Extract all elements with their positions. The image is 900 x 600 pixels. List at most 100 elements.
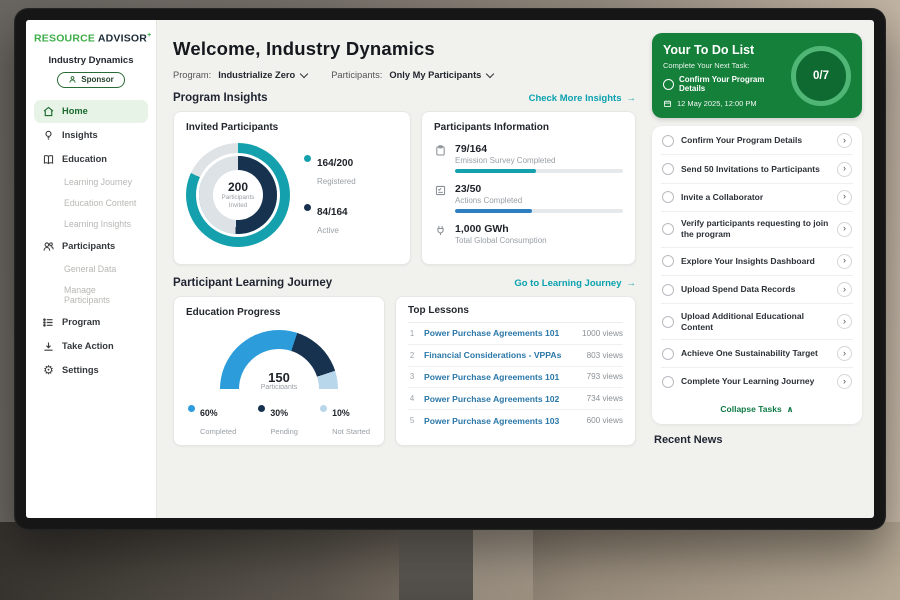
- info-value: 23/50: [455, 183, 623, 195]
- chevron-right-icon[interactable]: ›: [837, 346, 852, 361]
- chevron-down-icon: [300, 70, 308, 78]
- todo-subtitle: Complete Your Next Task:: [663, 61, 791, 70]
- checkbox-circle-icon[interactable]: [662, 255, 674, 267]
- sidebar-item-settings[interactable]: ⚙ Settings: [34, 359, 148, 381]
- checkbox-circle-icon[interactable]: [662, 223, 674, 235]
- link-label: Check More Insights: [529, 93, 622, 104]
- program-select[interactable]: Industrialize Zero: [218, 70, 307, 80]
- lesson-row: 1 Power Purchase Agreements 101 1000 vie…: [408, 323, 623, 345]
- checkbox-circle-icon[interactable]: [662, 348, 674, 360]
- info-row: 79/164 Emission Survey Completed: [434, 143, 623, 173]
- lesson-link[interactable]: Power Purchase Agreements 101: [424, 328, 574, 338]
- chevron-right-icon[interactable]: ›: [837, 222, 852, 237]
- info-label: Emission Survey Completed: [455, 156, 623, 165]
- legend-value: 60%: [200, 408, 218, 418]
- task-item[interactable]: Invite a Collaborator ›: [661, 184, 853, 212]
- sidebar-item-take-action[interactable]: Take Action: [34, 335, 148, 358]
- check-more-insights-link[interactable]: Check More Insights →: [529, 93, 636, 104]
- legend-dot: [304, 204, 311, 211]
- donut-legend: 164/200 Registered 84/164 Active: [304, 153, 356, 238]
- sidebar-item-label: General Data: [64, 264, 116, 274]
- sidebar-item-education[interactable]: Education: [34, 148, 148, 171]
- sidebar-item-insights[interactable]: Insights: [34, 124, 148, 147]
- legend-label: Completed: [200, 427, 236, 436]
- task-item[interactable]: Confirm Your Program Details ›: [661, 127, 853, 155]
- info-row: 23/50 Actions Completed: [434, 183, 623, 213]
- sponsor-badge[interactable]: Sponsor: [57, 72, 125, 88]
- card-title: Invited Participants: [186, 122, 398, 133]
- lesson-rank: 5: [408, 416, 416, 425]
- chevron-right-icon[interactable]: ›: [837, 374, 852, 389]
- donut-center-label: Participants Invited: [217, 194, 259, 209]
- lesson-rank: 4: [408, 394, 416, 403]
- education-progress-gauge-chart: 150 Participants: [220, 330, 338, 389]
- chevron-right-icon[interactable]: ›: [837, 282, 852, 297]
- lesson-views: 734 views: [587, 394, 623, 403]
- checkbox-circle-icon[interactable]: [663, 79, 674, 90]
- checkbox-circle-icon[interactable]: [662, 135, 674, 147]
- lesson-link[interactable]: Power Purchase Agreements 101: [424, 372, 579, 382]
- invited-participants-card: Invited Participants 200 Participants In…: [173, 111, 411, 265]
- lesson-link[interactable]: Power Purchase Agreements 103: [424, 416, 579, 426]
- legend-item: 84/164 Active: [304, 202, 356, 238]
- collapse-tasks-link[interactable]: Collapse Tasks ∧: [661, 396, 853, 423]
- chevron-right-icon[interactable]: ›: [837, 190, 852, 205]
- chevron-right-icon[interactable]: ›: [837, 162, 852, 177]
- task-item[interactable]: Send 50 Invitations to Participants ›: [661, 155, 853, 183]
- education-progress-card: Education Progress 150 Participants 60%: [173, 296, 385, 446]
- sidebar-item-participants[interactable]: Participants: [34, 235, 148, 258]
- task-item[interactable]: Complete Your Learning Journey ›: [661, 368, 853, 395]
- checkbox-circle-icon[interactable]: [662, 191, 674, 203]
- info-label: Actions Completed: [455, 196, 623, 205]
- learning-journey-heading: Participant Learning Journey: [173, 277, 332, 289]
- person-icon: [68, 75, 77, 84]
- due-date-row: 12 May 2025, 12:00 PM: [663, 99, 791, 108]
- sidebar-item-manage-participants[interactable]: Manage Participants: [34, 280, 148, 310]
- lesson-link[interactable]: Financial Considerations - VPPAs: [424, 350, 579, 360]
- progress-bar: [455, 209, 623, 213]
- participants-select[interactable]: Only My Participants: [389, 70, 493, 80]
- checkbox-circle-icon[interactable]: [662, 284, 674, 296]
- program-select-value: Industrialize Zero: [218, 70, 295, 80]
- checkbox-circle-icon[interactable]: [662, 163, 674, 175]
- sidebar-item-learning-insights[interactable]: Learning Insights: [34, 214, 148, 234]
- chevron-right-icon[interactable]: ›: [837, 314, 852, 329]
- task-label: Confirm Your Program Details: [681, 135, 830, 146]
- task-item[interactable]: Upload Spend Data Records ›: [661, 276, 853, 304]
- task-item[interactable]: Upload Additional Educational Content ›: [661, 304, 853, 339]
- sidebar-item-education-content[interactable]: Education Content: [34, 193, 148, 213]
- main-content: Welcome, Industry Dynamics Program: Indu…: [157, 20, 648, 518]
- task-item[interactable]: Verify participants requesting to join t…: [661, 212, 853, 247]
- sidebar-item-program[interactable]: Program: [34, 311, 148, 334]
- task-item[interactable]: Achieve One Sustainability Target ›: [661, 340, 853, 368]
- sidebar-item-home[interactable]: Home: [34, 100, 148, 123]
- lesson-views: 600 views: [587, 416, 623, 425]
- program-filter-label: Program:: [173, 70, 211, 80]
- legend-value: 30%: [270, 408, 288, 418]
- legend-item: 60% Completed: [188, 403, 236, 439]
- invited-participants-donut-chart: 200 Participants Invited: [186, 143, 290, 247]
- dashboard-screen: RESOURCE ADVISOR+ Industry Dynamics Spon…: [26, 20, 874, 518]
- page-title: Welcome, Industry Dynamics: [173, 38, 636, 60]
- checkbox-circle-icon[interactable]: [662, 316, 674, 328]
- todo-progress-ring: 0/7: [791, 46, 851, 106]
- go-to-learning-journey-link[interactable]: Go to Learning Journey →: [514, 278, 636, 289]
- chevron-right-icon[interactable]: ›: [837, 254, 852, 269]
- chevron-up-icon: ∧: [787, 404, 794, 415]
- top-lessons-card: Top Lessons 1 Power Purchase Agreements …: [395, 296, 636, 446]
- desk-reflection: [473, 528, 533, 600]
- chevron-right-icon[interactable]: ›: [837, 133, 852, 148]
- task-item[interactable]: Explore Your Insights Dashboard ›: [661, 248, 853, 276]
- sidebar-item-label: Learning Journey: [64, 177, 132, 187]
- next-task-row[interactable]: Confirm Your Program Details: [663, 75, 791, 93]
- sidebar-item-general-data[interactable]: General Data: [34, 259, 148, 279]
- lesson-link[interactable]: Power Purchase Agreements 102: [424, 394, 579, 404]
- sidebar-nav: Home Insights Education Learning Journey…: [34, 100, 148, 381]
- checkbox-circle-icon[interactable]: [662, 376, 674, 388]
- sidebar-item-label: Home: [62, 106, 88, 116]
- energy-plug-icon: [434, 224, 447, 237]
- task-label: Invite a Collaborator: [681, 192, 830, 203]
- todo-title: Your To Do List: [663, 43, 791, 57]
- sidebar-item-learning-journey[interactable]: Learning Journey: [34, 172, 148, 192]
- lesson-row: 4 Power Purchase Agreements 102 734 view…: [408, 388, 623, 410]
